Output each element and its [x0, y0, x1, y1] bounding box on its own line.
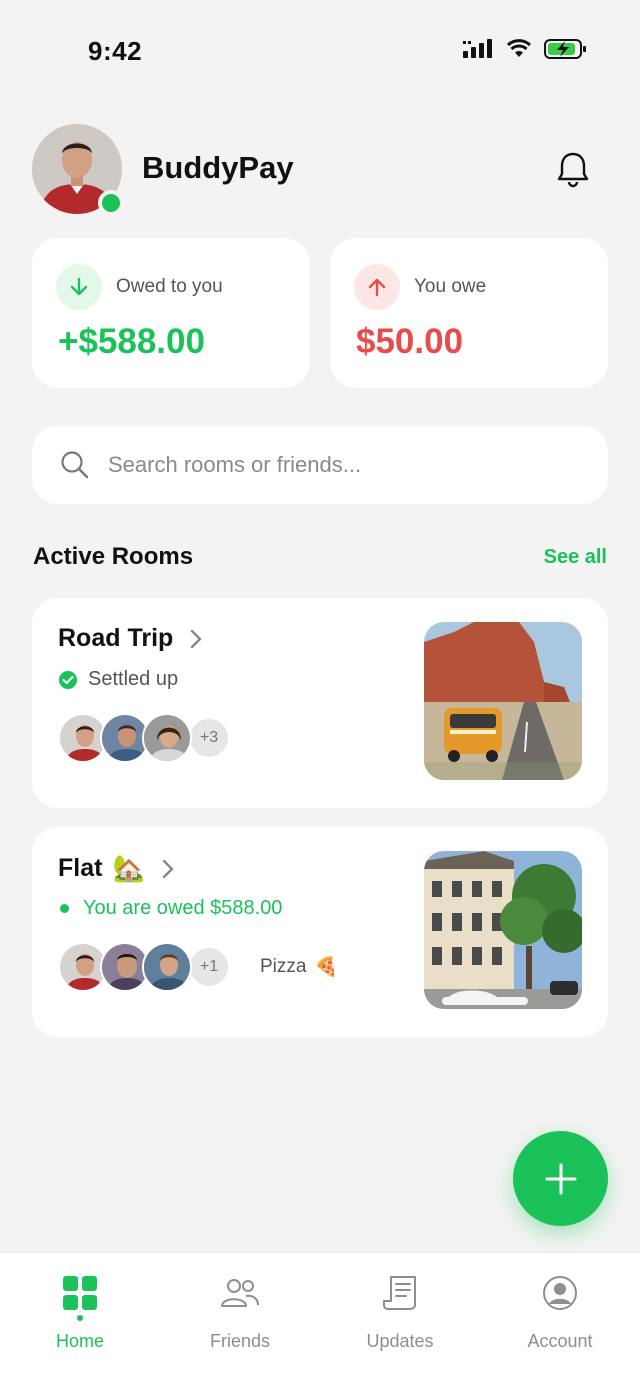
- status-time: 9:42: [88, 36, 143, 66]
- road-trip-photo: [424, 622, 582, 780]
- you-owe-amount: $50.00: [356, 322, 464, 361]
- more-members-count: +3: [188, 717, 230, 759]
- see-all-link[interactable]: See all: [544, 546, 607, 569]
- search-input[interactable]: [108, 446, 568, 484]
- arrow-up-icon: [354, 264, 400, 310]
- house-emoji-icon: 🏡: [112, 853, 145, 883]
- room-status-text: You are owed $588.00: [83, 897, 283, 919]
- owed-to-you-card[interactable]: Owed to you +$588.00: [32, 238, 310, 388]
- member-avatars: +3: [58, 710, 230, 766]
- member-avatar: [142, 942, 192, 992]
- you-owe-label: You owe: [414, 276, 487, 297]
- room-status-text: Settled up: [88, 668, 179, 690]
- room-tag-label: Pizza: [260, 956, 307, 977]
- tab-label: Account: [527, 1331, 593, 1351]
- pizza-emoji-icon: 🍕: [314, 957, 339, 978]
- status-dot-icon: [60, 904, 69, 913]
- app-title: BuddyPay: [142, 150, 294, 185]
- user-circle-icon: [543, 1276, 577, 1310]
- active-rooms-title: Active Rooms: [33, 543, 194, 570]
- cellular-signal-icon: [463, 39, 492, 58]
- header: BuddyPay: [32, 124, 608, 216]
- profile-avatar[interactable]: [32, 124, 124, 216]
- you-owe-card[interactable]: You owe $50.00: [330, 238, 608, 388]
- room-name-row: Flat 🏡: [58, 853, 175, 884]
- owed-to-you-amount: +$588.00: [58, 322, 205, 361]
- tab-label: Friends: [209, 1331, 271, 1351]
- tab-label: Home: [55, 1331, 104, 1351]
- room-card-flat[interactable]: Flat 🏡 You are owed $588.00 +1 Pizza 🍕: [32, 827, 608, 1037]
- grid-icon: [63, 1276, 97, 1310]
- check-circle-icon: [59, 670, 77, 689]
- room-name: Road Trip: [58, 624, 174, 652]
- people-icon: [221, 1279, 259, 1307]
- room-name: Flat: [58, 854, 103, 882]
- tab-friends[interactable]: Friends: [160, 1271, 320, 1352]
- notification-bell-icon[interactable]: [556, 150, 590, 188]
- arrow-down-icon: [56, 264, 102, 310]
- room-card-road-trip[interactable]: Road Trip Settled up +3: [32, 598, 608, 808]
- room-status: You are owed $588.00: [58, 897, 282, 920]
- tab-updates[interactable]: Updates: [320, 1271, 480, 1352]
- tab-label: Updates: [366, 1331, 434, 1351]
- tab-account[interactable]: Account: [480, 1271, 640, 1352]
- wifi-icon: [506, 39, 532, 57]
- active-tab-dot: [77, 1315, 83, 1321]
- battery-charging-icon: [544, 39, 586, 59]
- chevron-right-icon: [162, 859, 174, 878]
- member-avatars: +1 Pizza 🍕: [58, 939, 338, 995]
- tab-home[interactable]: Home: [0, 1271, 160, 1352]
- plus-icon: [545, 1163, 576, 1194]
- bottom-tab-bar: Home Friends Updates Account: [0, 1252, 640, 1392]
- chevron-right-icon: [191, 629, 202, 648]
- room-tag: Pizza 🍕: [260, 955, 338, 979]
- search-bar: [32, 426, 608, 504]
- room-name-row: Road Trip: [58, 624, 203, 653]
- member-avatar: [142, 713, 192, 763]
- room-status: Settled up: [58, 668, 178, 691]
- status-bar: 9:42: [0, 0, 640, 100]
- online-status-dot: [98, 190, 124, 216]
- more-members-count: +1: [188, 946, 230, 988]
- search-icon: [61, 451, 89, 479]
- owed-to-you-label: Owed to you: [116, 276, 223, 297]
- add-button[interactable]: [513, 1131, 608, 1226]
- status-icons: [462, 38, 588, 60]
- receipt-icon: [383, 1276, 416, 1310]
- flat-photo: [424, 851, 582, 1009]
